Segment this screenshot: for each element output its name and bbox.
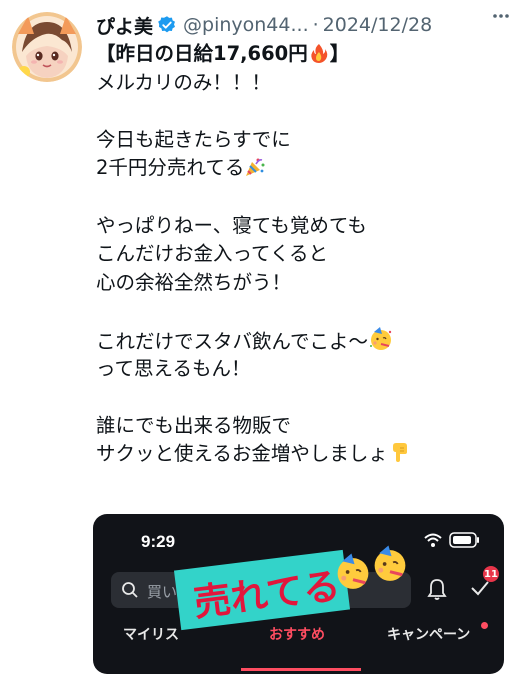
text-line-9 [96, 297, 506, 326]
campaign-dot [481, 622, 488, 629]
text-line-10: これだけでスタバ飲んでこよ〜 [96, 329, 369, 353]
text-line-6: やっぱりねー、寝ても覚めても [96, 213, 367, 237]
backhand-index-pointing-down-emoji [388, 440, 412, 473]
more-options-icon[interactable] [491, 6, 511, 26]
text-line-0-close: 】 [329, 42, 350, 65]
tweet-header: ぴよ美 @pinyon44... · 2024/12/28 [96, 10, 507, 40]
tab-campaign[interactable]: キャンペーン [387, 624, 470, 644]
partying-face-emoji [333, 552, 373, 596]
author-name[interactable]: ぴよ美 [96, 12, 153, 39]
text-line-4: 2千円分売れてる [96, 156, 245, 180]
text-line-14: サクッと使えるお金増やしましょ [96, 442, 388, 466]
text-line-11: って思えるもん！ [96, 356, 251, 380]
partying-face-emoji [370, 544, 410, 588]
text-line-4-wrap: 2千円分売れてる [96, 154, 506, 183]
partying-face-emoji [368, 326, 394, 361]
tweet-text: 【昨日の日給17,660円】 メルカリのみ！！！ 今日も起きたらすでに 2千円分… [96, 40, 506, 469]
text-line-10-wrap: これだけでスタバ飲んでこよ〜 [96, 326, 506, 355]
text-line-8: 心の余裕全然ちがう！ [96, 270, 292, 294]
author-handle[interactable]: @pinyon44... [183, 14, 309, 36]
status-time: 9:29 [141, 532, 176, 551]
avatar[interactable] [12, 12, 82, 82]
notification-badge: 11 [483, 566, 499, 582]
tweet-media-image[interactable]: 9:29 買いたい 11 マ [93, 514, 504, 674]
tab-recommend[interactable]: おすすめ [269, 624, 325, 644]
text-line-14-wrap: サクッと使えるお金増やしましょ [96, 440, 506, 469]
text-line-3: 今日も起きたらすでに [96, 127, 291, 151]
tweet-date[interactable]: 2024/12/28 [323, 14, 433, 36]
tab-mylist[interactable]: マイリス [123, 624, 179, 644]
text-line-12 [96, 383, 506, 412]
text-line: 【昨日の日給17,660円】 [96, 40, 506, 69]
avatar-image [12, 12, 82, 82]
party-popper-emoji [244, 156, 266, 187]
text-line-5 [96, 183, 506, 212]
wifi-icon [423, 532, 443, 552]
text-line-7: こんだけお金入ってくると [96, 242, 329, 266]
text-line-0: 【昨日の日給17,660円 [96, 42, 308, 65]
search-icon [121, 581, 139, 603]
battery-icon [449, 531, 481, 553]
separator-dot: · [312, 14, 319, 36]
bell-icon[interactable] [426, 577, 448, 605]
text-line-13: 誰にでも出来る物販で [96, 413, 292, 437]
text-line-2 [96, 97, 506, 126]
text-line-1: メルカリのみ！！！ [96, 70, 271, 94]
verified-badge-icon [157, 15, 177, 35]
fire-emoji [308, 42, 330, 73]
